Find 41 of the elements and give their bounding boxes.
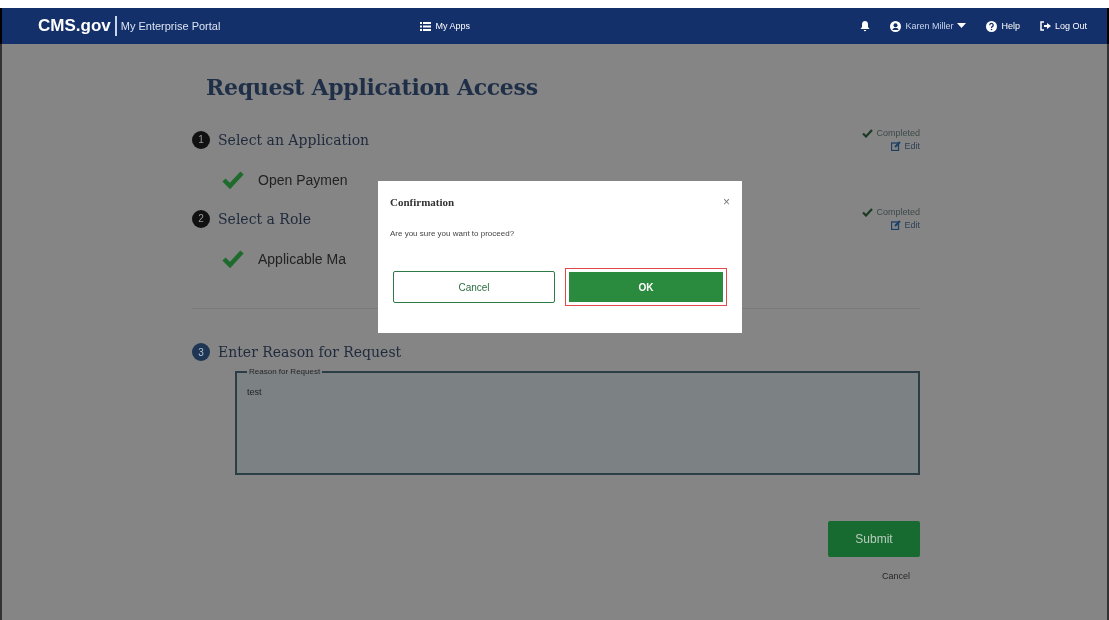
ok-button[interactable]: OK (565, 268, 727, 306)
step-number: 1 (192, 130, 210, 149)
reason-field[interactable]: Reason for Request test (235, 367, 920, 475)
completed-status: Completed (862, 207, 920, 217)
cancel-button[interactable]: Cancel (393, 271, 555, 303)
sign-out-icon (1039, 21, 1051, 31)
submit-button[interactable]: Submit (828, 521, 920, 557)
field-value: test (247, 387, 262, 397)
step-number: 2 (192, 209, 210, 228)
edit-link[interactable]: Edit (891, 141, 920, 151)
user-icon (890, 20, 902, 32)
dialog-message: Are you sure you want to proceed? (390, 229, 516, 238)
user-menu[interactable]: Karen Miller (890, 20, 967, 32)
edit-icon (891, 141, 902, 151)
caret-icon (957, 23, 967, 29)
selected-item: Open Paymen (258, 172, 348, 188)
step-title: Enter Reason for Request (218, 344, 402, 360)
my-apps-link[interactable]: My Apps (420, 21, 470, 31)
check-icon (862, 128, 874, 138)
close-button[interactable]: × (723, 195, 730, 209)
edit-link[interactable]: Edit (891, 220, 920, 230)
cancel-link[interactable]: Cancel (882, 571, 910, 581)
help-link[interactable]: Help (986, 20, 1020, 32)
portal-name: My Enterprise Portal (119, 20, 221, 32)
check-icon (222, 250, 244, 268)
site-logo[interactable]: CMS.gov (38, 16, 117, 36)
check-icon (222, 171, 244, 189)
logout-link[interactable]: Log Out (1039, 21, 1087, 31)
step-number: 3 (192, 343, 210, 361)
field-label: Reason for Request (248, 367, 322, 376)
bell-icon[interactable] (860, 20, 871, 32)
page-title: Request Application Access (206, 74, 539, 100)
step-title: Select a Role (218, 210, 312, 227)
check-icon (862, 207, 874, 217)
help-icon (986, 20, 998, 32)
list-icon (420, 21, 432, 31)
step-title: Select an Application (218, 131, 370, 148)
selected-item: Applicable Ma (258, 251, 346, 267)
completed-status: Completed (862, 128, 920, 138)
edit-icon (891, 220, 902, 230)
dialog-title: Confirmation (390, 196, 455, 208)
